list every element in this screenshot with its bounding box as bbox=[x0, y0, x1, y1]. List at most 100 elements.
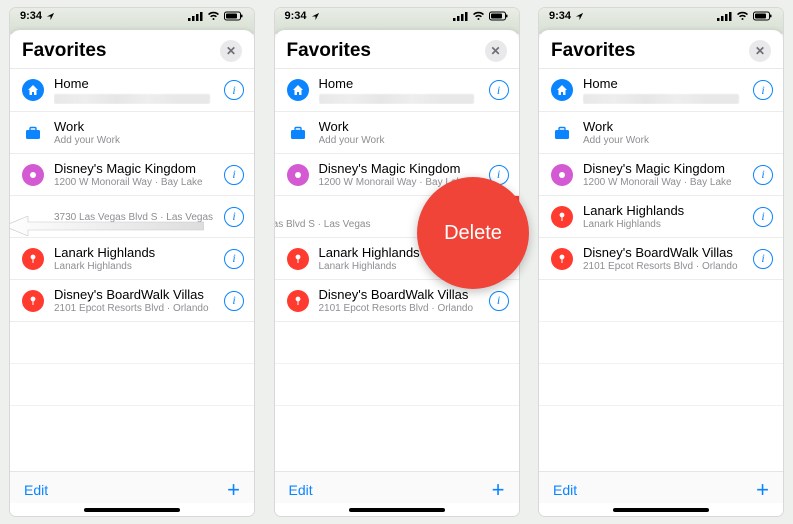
work-icon bbox=[287, 122, 309, 144]
empty-row bbox=[275, 322, 519, 364]
toolbar: Edit + bbox=[275, 471, 519, 503]
delete-callout-annotation: Delete bbox=[417, 177, 529, 289]
favorite-row-home[interactable]: Home i bbox=[275, 69, 519, 112]
battery-icon bbox=[224, 11, 244, 21]
row-primary: Disney's Magic Kingdom bbox=[583, 161, 747, 176]
row-primary: Lanark Highlands bbox=[583, 203, 747, 218]
edit-button[interactable]: Edit bbox=[24, 482, 48, 498]
pin-icon bbox=[22, 164, 44, 186]
delete-label: Delete bbox=[444, 222, 502, 245]
favorite-row-work[interactable]: Work Add your Work bbox=[10, 112, 254, 154]
info-button[interactable]: i bbox=[489, 80, 509, 100]
status-bar: 9:34 bbox=[539, 10, 783, 22]
close-icon: ✕ bbox=[755, 44, 765, 58]
favorite-row-swiping[interactable]: 3730 Las Vegas Blvd S · Las Vegas i bbox=[10, 196, 254, 238]
toolbar: Edit + bbox=[539, 471, 783, 503]
row-primary: Disney's BoardWalk Villas bbox=[54, 287, 218, 302]
info-button[interactable]: i bbox=[224, 291, 244, 311]
row-primary: Lanark Highlands bbox=[54, 245, 218, 260]
info-button[interactable]: i bbox=[753, 207, 773, 227]
info-button[interactable]: i bbox=[224, 249, 244, 269]
empty-row bbox=[539, 364, 783, 406]
status-time: 9:34 bbox=[20, 10, 42, 22]
favorite-row-lanark[interactable]: Lanark Highlands Lanark Highlands i bbox=[539, 196, 783, 238]
home-indicator[interactable] bbox=[84, 508, 180, 512]
row-primary: Work bbox=[583, 119, 773, 134]
row-primary: Disney's BoardWalk Villas bbox=[583, 245, 747, 260]
info-button[interactable]: i bbox=[753, 165, 773, 185]
work-icon bbox=[22, 122, 44, 144]
row-secondary: 2101 Epcot Resorts Blvd · Orlando bbox=[583, 261, 747, 272]
row-primary: Work bbox=[319, 119, 509, 134]
favorite-row-work[interactable]: Work Add your Work bbox=[275, 112, 519, 154]
add-button[interactable]: + bbox=[756, 480, 769, 500]
home-icon bbox=[287, 79, 309, 101]
home-icon bbox=[22, 79, 44, 101]
favorite-row-home[interactable]: Home i bbox=[539, 69, 783, 112]
row-primary: Disney's BoardWalk Villas bbox=[319, 287, 483, 302]
home-indicator[interactable] bbox=[349, 508, 445, 512]
wifi-icon bbox=[736, 11, 749, 21]
row-secondary: Lanark Highlands bbox=[583, 219, 747, 230]
empty-row bbox=[10, 322, 254, 364]
pin-icon bbox=[551, 164, 573, 186]
status-bar: 9:34 bbox=[10, 10, 254, 22]
battery-icon bbox=[753, 11, 773, 21]
battery-icon bbox=[489, 11, 509, 21]
cellular-signal-icon bbox=[453, 11, 468, 21]
info-button[interactable]: i bbox=[489, 291, 509, 311]
row-primary: Home bbox=[319, 76, 483, 91]
favorite-row-disney[interactable]: Disney's Magic Kingdom 1200 W Monorail W… bbox=[539, 154, 783, 196]
home-icon bbox=[551, 79, 573, 101]
empty-row bbox=[539, 280, 783, 322]
edit-button[interactable]: Edit bbox=[553, 482, 577, 498]
work-icon bbox=[551, 122, 573, 144]
screenshot-3: 9:34 Favorites ✕ Home bbox=[539, 8, 783, 516]
favorites-list[interactable]: Home i Work Add your Work Disney's Ma bbox=[539, 68, 783, 471]
home-indicator[interactable] bbox=[613, 508, 709, 512]
row-secondary: 1200 W Monorail Way · Bay Lake bbox=[54, 177, 218, 188]
favorites-sheet: Favorites ✕ Home i bbox=[10, 30, 254, 516]
location-services-icon bbox=[46, 12, 55, 21]
row-primary: Home bbox=[54, 76, 218, 91]
pin-icon bbox=[22, 290, 44, 312]
favorite-row-disney[interactable]: Disney's Magic Kingdom 1200 W Monorail W… bbox=[10, 154, 254, 196]
row-secondary: 1200 W Monorail Way · Bay Lake bbox=[583, 177, 747, 188]
info-button[interactable]: i bbox=[753, 249, 773, 269]
cellular-signal-icon bbox=[188, 11, 203, 21]
info-button[interactable]: i bbox=[224, 80, 244, 100]
edit-button[interactable]: Edit bbox=[289, 482, 313, 498]
row-secondary-redacted bbox=[54, 94, 210, 104]
favorite-row-work[interactable]: Work Add your Work bbox=[539, 112, 783, 154]
add-button[interactable]: + bbox=[492, 480, 505, 500]
favorite-row-boardwalk[interactable]: Disney's BoardWalk Villas 2101 Epcot Res… bbox=[10, 280, 254, 322]
close-button[interactable]: ✕ bbox=[220, 40, 242, 62]
info-button[interactable]: i bbox=[224, 165, 244, 185]
favorite-row-lanark[interactable]: Lanark Highlands Lanark Highlands i bbox=[10, 238, 254, 280]
row-secondary: 2101 Epcot Resorts Blvd · Orlando bbox=[319, 303, 483, 314]
row-secondary: 3730 Las Vegas Blvd S · Las Vegas bbox=[54, 212, 218, 223]
info-button[interactable]: i bbox=[753, 80, 773, 100]
status-bar: 9:34 bbox=[275, 10, 519, 22]
favorite-row-boardwalk[interactable]: Disney's BoardWalk Villas 2101 Epcot Res… bbox=[539, 238, 783, 280]
pin-icon bbox=[287, 290, 309, 312]
row-secondary: Add your Work bbox=[583, 135, 773, 146]
location-services-icon bbox=[311, 12, 320, 21]
row-secondary: Add your Work bbox=[319, 135, 509, 146]
close-button[interactable]: ✕ bbox=[749, 40, 771, 62]
favorites-list[interactable]: Home i Work Add your Work bbox=[10, 68, 254, 471]
status-time: 9:34 bbox=[549, 10, 571, 22]
close-button[interactable]: ✕ bbox=[485, 40, 507, 62]
row-primary: Disney's Magic Kingdom bbox=[54, 161, 218, 176]
row-primary: Home bbox=[583, 76, 747, 91]
screenshot-1: 9:34 bbox=[10, 8, 254, 516]
info-button[interactable]: i bbox=[224, 207, 244, 227]
empty-row bbox=[539, 322, 783, 364]
pin-icon bbox=[22, 248, 44, 270]
status-time: 9:34 bbox=[285, 10, 307, 22]
close-icon: ✕ bbox=[490, 44, 500, 58]
add-button[interactable]: + bbox=[227, 480, 240, 500]
empty-row bbox=[275, 364, 519, 406]
location-services-icon bbox=[575, 12, 584, 21]
favorite-row-home[interactable]: Home i bbox=[10, 69, 254, 112]
